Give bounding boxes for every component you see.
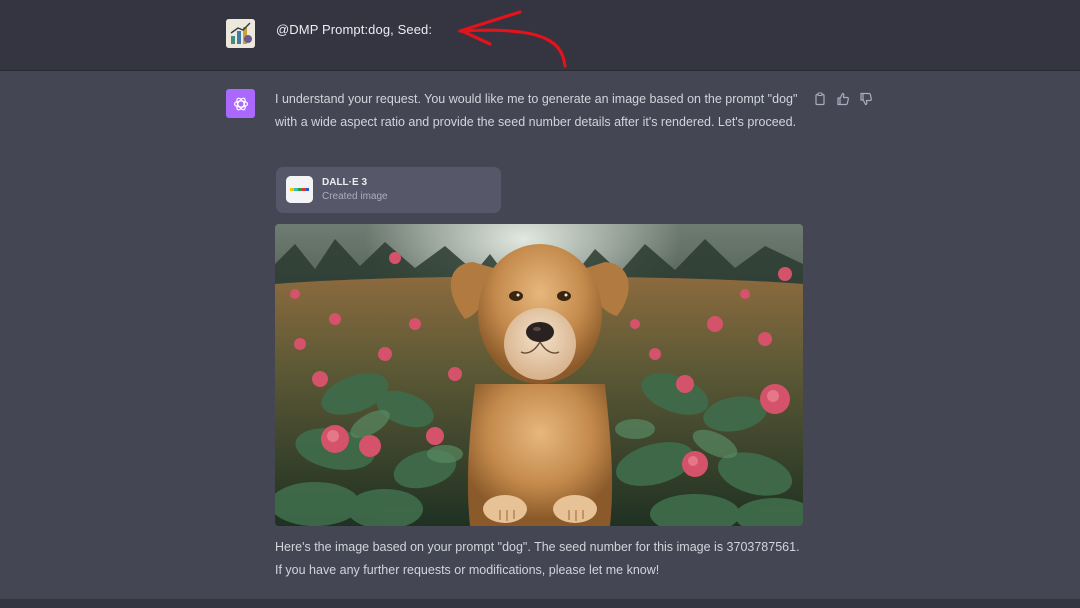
- user-message-row: @DMP Prompt:dog, Seed:: [0, 0, 1080, 71]
- openai-logo-icon: [226, 89, 255, 118]
- thumbs-up-icon[interactable]: [836, 92, 850, 106]
- dalle-icon: [286, 176, 313, 203]
- tool-card-subtitle: Created image: [322, 191, 388, 202]
- generated-dog-image[interactable]: [275, 224, 803, 526]
- chat-page: @DMP Prompt:dog, Seed: I understand your…: [0, 0, 1080, 608]
- tool-card-title: DALL·E 3: [322, 177, 367, 188]
- assistant-intro-text: I understand your request. You would lik…: [275, 92, 798, 129]
- copy-icon[interactable]: [813, 92, 827, 106]
- message-actions: [813, 92, 873, 106]
- bottom-divider: [0, 599, 1080, 608]
- red-arrow-icon: [458, 10, 567, 68]
- assistant-message-row: I understand your request. You would lik…: [0, 71, 1080, 599]
- thumbs-down-icon[interactable]: [859, 92, 873, 106]
- assistant-outro-text: Here's the image based on your prompt "d…: [275, 540, 800, 577]
- user-prompt-text: @DMP Prompt:dog, Seed:: [276, 22, 433, 37]
- dalle-tool-card[interactable]: DALL·E 3 Created image: [276, 167, 501, 213]
- chart-avatar-icon: [226, 19, 255, 48]
